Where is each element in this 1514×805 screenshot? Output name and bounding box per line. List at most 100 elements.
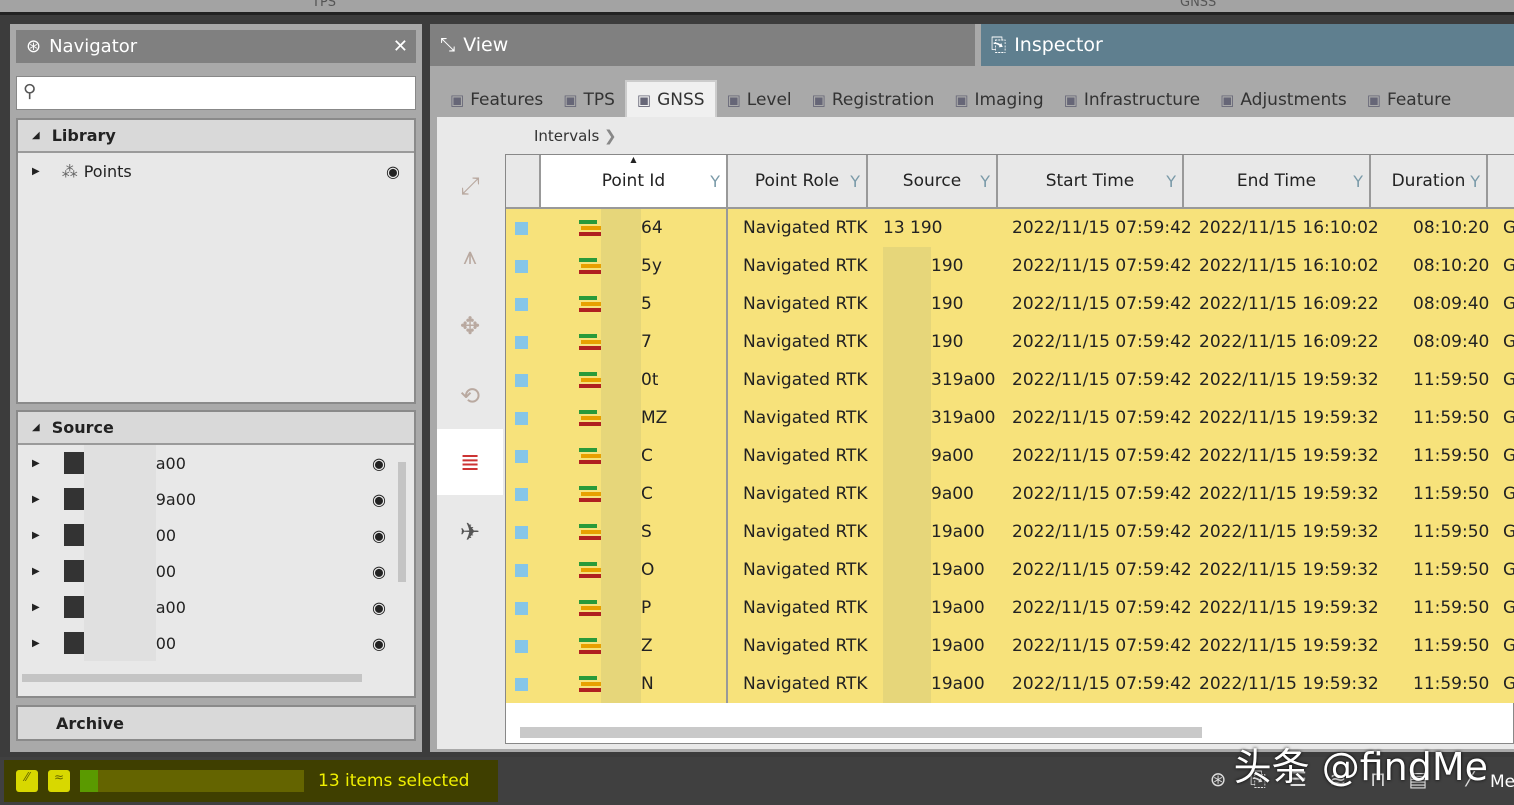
tripod-vector-icon[interactable]: ⩚ xyxy=(437,223,503,289)
row-checkbox[interactable] xyxy=(515,373,528,387)
horizontal-scrollbar[interactable] xyxy=(520,727,1202,738)
library-section: ◢ Library ▶ ⁂ Points ◉ xyxy=(16,118,416,404)
column-header[interactable]: Point Role Y xyxy=(728,155,868,209)
navigator-panel: ⊛ Navigator ✕ ⚲ ◢ Library ▶ ⁂ Points ◉ ◢ S… xyxy=(10,24,422,752)
filter-icon[interactable]: Y xyxy=(1470,172,1480,191)
table-row[interactable]: O Navigated RTK 19a00 2022/11/15 07:59:42 20… xyxy=(506,551,1514,589)
source-name: a00 xyxy=(155,453,186,473)
row-checkbox[interactable] xyxy=(515,259,528,273)
tab-gnss[interactable]: ▣ GNSS xyxy=(624,80,717,118)
expand-icon[interactable]: ▶ xyxy=(32,166,40,177)
column-header[interactable] xyxy=(1488,155,1514,209)
duration: 11:59:50 xyxy=(1413,484,1490,504)
table-row[interactable]: 64 Navigated RTK 13 190 2022/11/15 07:59:42… xyxy=(506,209,1514,247)
column-header[interactable] xyxy=(506,155,541,209)
library-header[interactable]: ◢ Library xyxy=(18,120,414,153)
eye-icon[interactable]: ◉ xyxy=(372,490,386,509)
column-header[interactable]: Point Id Y ▲ xyxy=(541,155,728,209)
table-row[interactable]: S Navigated RTK 19a00 2022/11/15 07:59:42 20… xyxy=(506,513,1514,551)
tree-item-points[interactable]: ▶ ⁂ Points ◉ xyxy=(18,153,414,189)
satellite-list-icon[interactable]: ✈ xyxy=(437,499,503,565)
intervals-icon[interactable]: ≣ xyxy=(437,429,503,495)
row-checkbox[interactable] xyxy=(515,563,528,577)
table-row[interactable]: 7 Navigated RTK 190 2022/11/15 07:59:42 2022… xyxy=(506,323,1514,361)
source-item[interactable]: ▶ 00 ◉ xyxy=(18,517,414,553)
source-item[interactable]: ▶ a00 ◉ xyxy=(18,589,414,625)
expand-icon[interactable]: ▶ xyxy=(32,530,40,541)
next-column-value: G xyxy=(1503,370,1514,390)
row-checkbox[interactable] xyxy=(515,335,528,349)
tab-registration[interactable]: ▣ Registration xyxy=(802,82,945,118)
eye-icon[interactable]: ◉ xyxy=(372,454,386,473)
loop-icon[interactable]: ⟲ xyxy=(437,363,503,429)
filter-icon[interactable]: Y xyxy=(710,172,720,191)
expand-icon[interactable]: ▶ xyxy=(32,602,40,613)
eye-icon[interactable]: ◉ xyxy=(372,562,386,581)
start-time: 2022/11/15 07:59:42 xyxy=(1012,294,1192,314)
main-panel: ⤡ View ⎘ Inspector ▣ Features ▣ TPS ▣ GNSS ▣ Leve… xyxy=(430,24,1514,752)
tab-level[interactable]: ▣ Level xyxy=(717,82,802,118)
tab-adjustments[interactable]: ▣ Adjustments xyxy=(1210,82,1357,118)
point-vector-icon[interactable]: ⤢ xyxy=(437,153,503,219)
satellite-move-icon[interactable]: ✥ xyxy=(437,293,503,359)
row-checkbox[interactable] xyxy=(515,525,528,539)
row-checkbox[interactable] xyxy=(515,601,528,615)
column-header[interactable]: Source Y xyxy=(868,155,998,209)
search-input[interactable]: ⚲ xyxy=(16,76,416,110)
tab-feature[interactable]: ▣ Feature xyxy=(1357,82,1461,118)
quality-bars-icon xyxy=(579,372,601,388)
point-id: 7 xyxy=(641,332,652,352)
filter-icon[interactable]: Y xyxy=(1353,172,1363,191)
row-checkbox[interactable] xyxy=(515,411,528,425)
expand-icon[interactable]: ▶ xyxy=(32,458,40,469)
table-row[interactable]: 5y Navigated RTK 190 2022/11/15 07:59:42 202… xyxy=(506,247,1514,285)
eye-icon[interactable]: ◉ xyxy=(372,598,386,617)
table-row[interactable]: 5 Navigated RTK 190 2022/11/15 07:59:42 2022… xyxy=(506,285,1514,323)
eye-icon[interactable]: ◉ xyxy=(372,634,386,653)
column-header[interactable]: Start Time Y xyxy=(998,155,1184,209)
archive-section[interactable]: Archive xyxy=(16,705,416,741)
row-checkbox[interactable] xyxy=(515,487,528,501)
table-row[interactable]: 0t Navigated RTK 319a00 2022/11/15 07:59:42… xyxy=(506,361,1514,399)
table-row[interactable]: C Navigated RTK 9a00 2022/11/15 07:59:42 202… xyxy=(506,437,1514,475)
row-checkbox[interactable] xyxy=(515,449,528,463)
table-row[interactable]: P Navigated RTK 19a00 2022/11/15 07:59:42 20… xyxy=(506,589,1514,627)
tab-features[interactable]: ▣ Features xyxy=(440,82,553,118)
row-checkbox[interactable] xyxy=(515,639,528,653)
point-role: Navigated RTK xyxy=(743,522,868,542)
expand-icon[interactable]: ▶ xyxy=(32,494,40,505)
table-row[interactable]: Z Navigated RTK 19a00 2022/11/15 07:59:42 20… xyxy=(506,627,1514,665)
source-item[interactable]: ▶ 9a00 ◉ xyxy=(18,481,414,517)
filter-icon[interactable]: Y xyxy=(1166,172,1176,191)
source-item[interactable]: ▶ 00 ◉ xyxy=(18,625,414,661)
row-checkbox[interactable] xyxy=(515,677,528,691)
column-header[interactable]: End Time Y xyxy=(1184,155,1371,209)
filter-selection-icon[interactable]: ≈ xyxy=(48,770,70,792)
row-checkbox[interactable] xyxy=(515,297,528,311)
compass-icon[interactable]: ⊛ xyxy=(1204,767,1232,797)
row-checkbox[interactable] xyxy=(515,221,528,235)
source-item[interactable]: ▶ 00 ◉ xyxy=(18,553,414,589)
horizontal-scrollbar[interactable] xyxy=(22,674,362,682)
breadcrumb[interactable]: Intervals ❯ xyxy=(534,127,617,145)
tab-infrastructure[interactable]: ▣ Infrastructure xyxy=(1054,82,1211,118)
close-icon[interactable]: ✕ xyxy=(393,36,408,57)
expand-icon[interactable]: ▶ xyxy=(32,566,40,577)
select-icon[interactable]: ⁄⁄ xyxy=(16,770,38,792)
filter-icon[interactable]: Y xyxy=(850,172,860,191)
table-row[interactable]: C Navigated RTK 9a00 2022/11/15 07:59:42 202… xyxy=(506,475,1514,513)
table-row[interactable]: N Navigated RTK 19a00 2022/11/15 07:59:42 20… xyxy=(506,665,1514,703)
tab-imaging[interactable]: ▣ Imaging xyxy=(944,82,1053,118)
eye-icon[interactable]: ◉ xyxy=(372,526,386,545)
filter-icon[interactable]: Y xyxy=(980,172,990,191)
expand-icon[interactable]: ▶ xyxy=(32,638,40,649)
source-item[interactable]: ▶ a00 ◉ xyxy=(18,445,414,481)
column-header[interactable]: Duration Y xyxy=(1371,155,1488,209)
tab-tps[interactable]: ▣ TPS xyxy=(553,82,625,118)
vertical-scrollbar[interactable] xyxy=(398,462,406,582)
table-row[interactable]: MZ Navigated RTK 319a00 2022/11/15 07:59:42… xyxy=(506,399,1514,437)
source-header[interactable]: ◢ Source xyxy=(18,412,414,445)
eye-icon[interactable]: ◉ xyxy=(386,162,400,181)
column-title: Start Time xyxy=(1045,171,1135,191)
axes-icon: ⤡ xyxy=(440,34,456,56)
